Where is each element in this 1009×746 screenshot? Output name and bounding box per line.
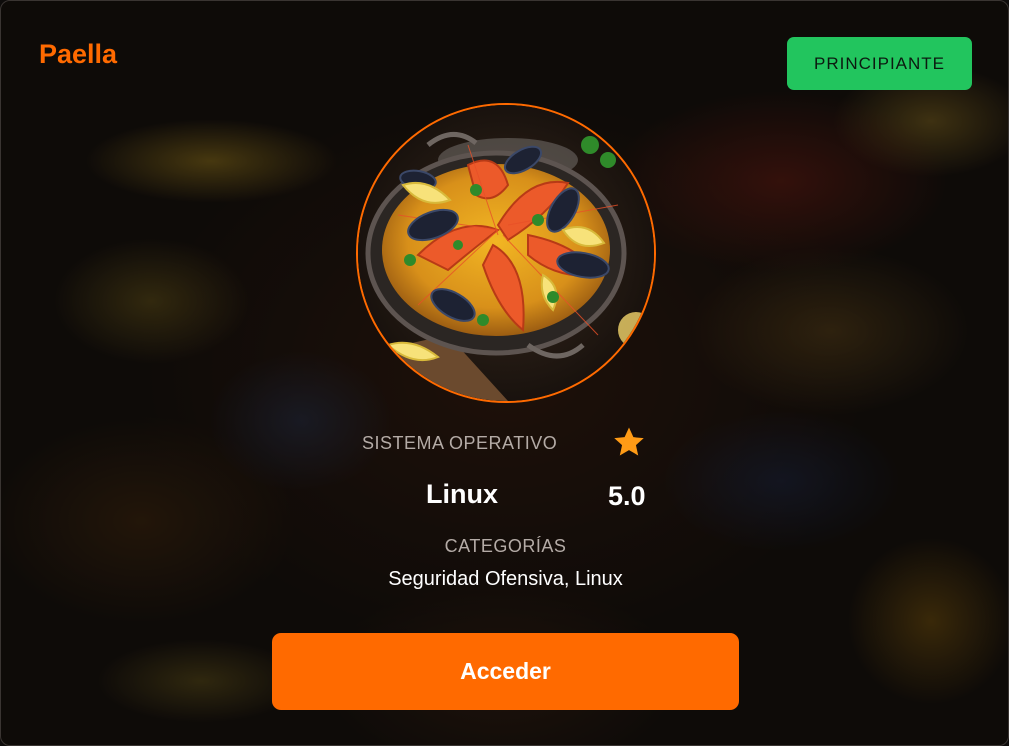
os-value: Linux [426,479,498,509]
categories-label: CATEGORÍAS [444,536,567,556]
machine-image [356,103,656,403]
paella-dish-image [358,105,654,401]
rating-value: 5.0 [608,481,646,511]
machine-title: Paella [39,39,118,69]
os-label: SISTEMA OPERATIVO [362,433,558,453]
categories-value: Seguridad Ofensiva, Linux [388,568,623,590]
access-button[interactable]: Acceder [272,633,739,710]
difficulty-badge[interactable]: PRINCIPIANTE [787,37,972,90]
machine-card: Paella PRINCIPIANTE SISTEMA OPERATIVO Li… [0,0,1009,746]
star-icon [614,427,644,456]
